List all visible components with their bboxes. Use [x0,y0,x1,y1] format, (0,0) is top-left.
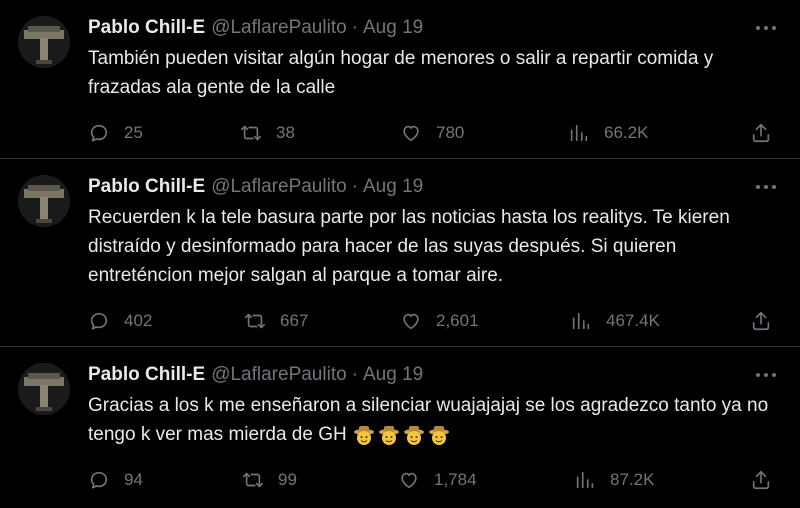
retweet-count: 38 [276,123,295,142]
separator-dot: · [351,176,358,197]
like-button[interactable]: 1,784 [398,469,477,491]
reply-button[interactable]: 94 [88,469,143,491]
author-handle[interactable]: @LaflarePaulito [211,176,346,198]
tweet-actions: 25 38 780 66.2K [88,114,784,154]
avatar[interactable] [18,175,70,227]
reply-icon [90,312,108,330]
reply-count: 94 [124,470,143,489]
tweet[interactable]: Pablo Chill-E @LaflarePaulito · Aug 19 R… [0,159,800,347]
author-name[interactable]: Pablo Chill-E [88,176,205,198]
avatar[interactable] [18,363,70,415]
heart-icon [401,472,417,489]
cowboy-face-emoji [353,425,374,445]
retweet-button[interactable]: 667 [244,310,308,332]
tweet[interactable]: Pablo Chill-E @LaflarePaulito · Aug 19 G… [0,347,800,508]
retweet-button[interactable]: 99 [242,469,297,491]
reply-count: 25 [124,123,143,142]
reply-button[interactable]: 402 [88,310,152,332]
tweet-actions: 94 99 1,784 87.2K [88,461,784,501]
reply-icon [90,471,108,489]
cowboy-face-emoji [403,425,424,445]
tweet-date[interactable]: Aug 19 [363,364,423,386]
heart-icon [403,313,419,330]
views-icon [572,312,590,330]
reply-button[interactable]: 25 [88,122,143,144]
share-icon [752,311,770,331]
retweet-button[interactable]: 38 [240,122,295,144]
views-icon [570,124,588,142]
tweet-date[interactable]: Aug 19 [363,176,423,198]
author-handle[interactable]: @LaflarePaulito [211,364,346,386]
view-count: 66.2K [604,123,649,142]
tweet-date[interactable]: Aug 19 [363,17,423,39]
like-button[interactable]: 2,601 [400,310,479,332]
like-button[interactable]: 780 [400,122,464,144]
share-icon [752,470,770,490]
view-count: 87.2K [610,470,655,489]
views-button[interactable]: 87.2K [574,469,654,491]
share-icon [752,123,770,143]
retweet-icon [243,472,263,488]
tweet-text: Recuerden k la tele basura parte por las… [88,207,730,286]
more-options-icon[interactable] [754,365,778,385]
view-count: 467.4K [606,311,660,330]
emoji-group [353,424,450,446]
reply-count: 402 [124,311,153,330]
separator-dot: · [351,17,358,38]
cowboy-face-emoji [378,425,399,445]
author-handle[interactable]: @LaflarePaulito [211,17,346,39]
share-button[interactable] [750,122,772,144]
views-button[interactable]: 66.2K [568,122,648,144]
reply-icon [90,124,108,142]
author-name[interactable]: Pablo Chill-E [88,17,205,39]
tweet[interactable]: Pablo Chill-E @LaflarePaulito · Aug 19 T… [0,0,800,159]
like-count: 2,601 [436,311,479,330]
retweet-count: 667 [280,311,309,330]
tweet-text: También pueden visitar algún hogar de me… [88,48,714,98]
tweet-actions: 402 667 2,601 467.4K [88,302,784,342]
retweet-icon [241,125,261,141]
separator-dot: · [351,364,358,385]
like-count: 780 [436,123,465,142]
share-button[interactable] [750,469,772,491]
avatar[interactable] [18,16,70,68]
heart-icon [403,125,419,142]
retweet-icon [245,313,265,329]
more-options-icon[interactable] [754,177,778,197]
tweet-text-container: Gracias a los k me enseñaron a silenciar… [88,391,784,449]
author-name[interactable]: Pablo Chill-E [88,364,205,386]
cowboy-face-emoji [428,425,449,445]
views-button[interactable]: 467.4K [570,310,660,332]
like-count: 1,784 [434,470,477,489]
views-icon [576,471,594,489]
more-options-icon[interactable] [754,18,778,38]
retweet-count: 99 [278,470,297,489]
share-button[interactable] [750,310,772,332]
